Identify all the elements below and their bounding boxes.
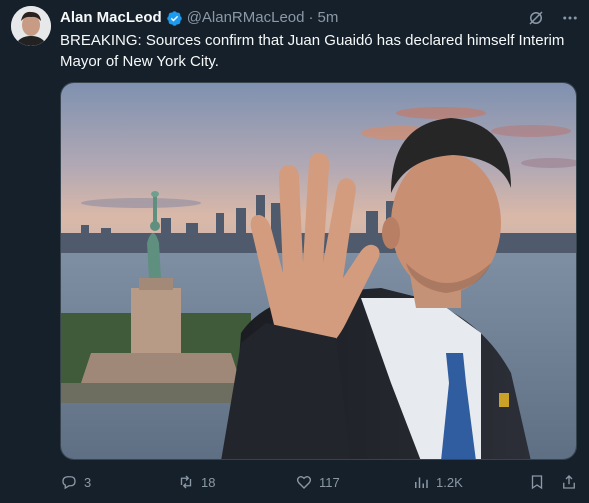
share-icon — [563, 475, 575, 489]
more-options-icon[interactable] — [561, 9, 579, 27]
bookmark-button[interactable] — [528, 473, 546, 491]
repost-button[interactable]: 18 — [177, 473, 215, 491]
like-button[interactable]: 117 — [295, 473, 340, 491]
verified-badge-icon — [166, 10, 183, 27]
views-chart-icon — [415, 477, 428, 488]
reply-button[interactable]: 3 — [60, 473, 91, 491]
timestamp[interactable]: 5m — [317, 8, 338, 28]
repost-icon — [180, 475, 192, 489]
repost-count: 18 — [201, 474, 216, 490]
views-count: 1.2K — [436, 474, 463, 490]
bookmark-icon — [531, 475, 543, 490]
grok-icon[interactable] — [527, 9, 545, 27]
author-handle[interactable]: @AlanRMacLeod — [187, 8, 305, 28]
views-button[interactable]: 1.2K — [412, 473, 463, 491]
reply-count: 3 — [84, 474, 92, 490]
reply-icon — [62, 476, 76, 490]
avatar[interactable] — [11, 6, 51, 46]
tweet[interactable]: Alan MacLeod @AlanRMacLeod · 5m BREAKING… — [0, 0, 589, 503]
separator-dot: · — [308, 9, 314, 26]
heart-icon — [296, 476, 312, 489]
share-button[interactable] — [560, 473, 578, 491]
author-name[interactable]: Alan MacLeod — [60, 8, 162, 28]
like-count: 117 — [319, 474, 340, 490]
tweet-text: BREAKING: Sources confirm that Juan Guai… — [60, 32, 565, 70]
tweet-image[interactable] — [60, 82, 577, 460]
